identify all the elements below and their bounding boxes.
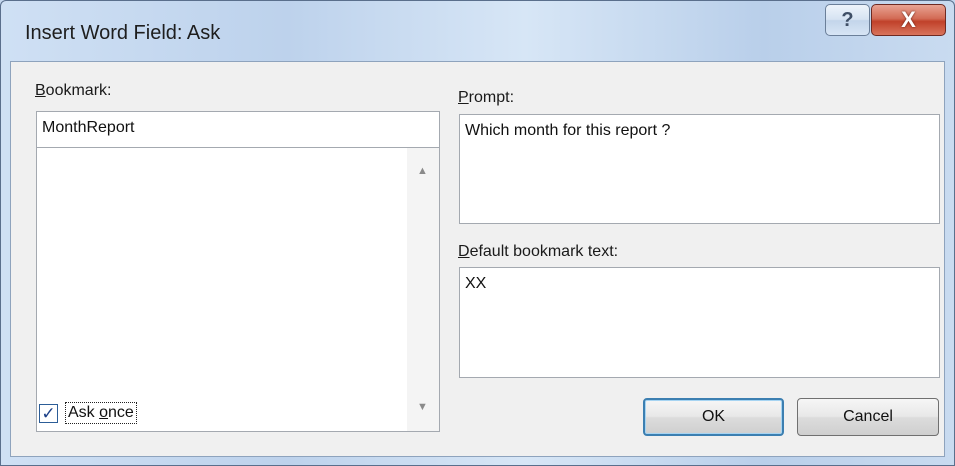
bookmark-label-accelerator: B [35,82,46,99]
prompt-label: Prompt: [458,89,514,107]
dialog-body: Bookmark: MonthReport ▲ ▼ Prompt: Which … [10,61,945,457]
bookmark-label: Bookmark: [35,82,111,100]
ask-once-label-rest: nce [108,404,134,421]
ok-button[interactable]: OK [643,398,784,436]
close-icon: X [901,7,916,32]
prompt-input[interactable]: Which month for this report ? [459,114,940,224]
default-text-input[interactable]: XX [459,267,940,378]
default-text-label-rest: efault bookmark text: [469,243,619,260]
bookmark-label-rest: ookmark: [45,82,112,99]
help-icon: ? [841,8,854,31]
bookmark-list-scrollbar[interactable]: ▲ ▼ [407,148,439,431]
dialog-window: Insert Word Field: Ask ? X Bookmark: Mon… [0,0,955,466]
prompt-label-accelerator: P [458,89,469,106]
bookmark-list[interactable]: ▲ ▼ [36,147,440,432]
dialog-title: Insert Word Field: Ask [25,22,221,44]
ask-once-label[interactable]: Ask once [65,402,137,424]
ask-once-label-pre: Ask [68,404,100,421]
title-bar[interactable]: Insert Word Field: Ask ? X [1,1,954,61]
bookmark-input[interactable]: MonthReport [36,111,440,148]
ask-once-checkbox[interactable]: ✓ [39,404,58,423]
help-button[interactable]: ? [825,4,870,36]
check-mark-icon: ✓ [41,404,56,423]
prompt-label-rest: rompt: [468,89,515,106]
default-text-label: Default bookmark text: [458,243,618,261]
cancel-button[interactable]: Cancel [797,398,939,436]
scroll-up-arrow-icon[interactable]: ▲ [417,166,428,177]
close-button[interactable]: X [871,4,946,36]
ask-once-label-accelerator: o [99,404,109,421]
default-text-label-accelerator: D [458,243,470,260]
scroll-down-arrow-icon[interactable]: ▼ [417,402,428,413]
